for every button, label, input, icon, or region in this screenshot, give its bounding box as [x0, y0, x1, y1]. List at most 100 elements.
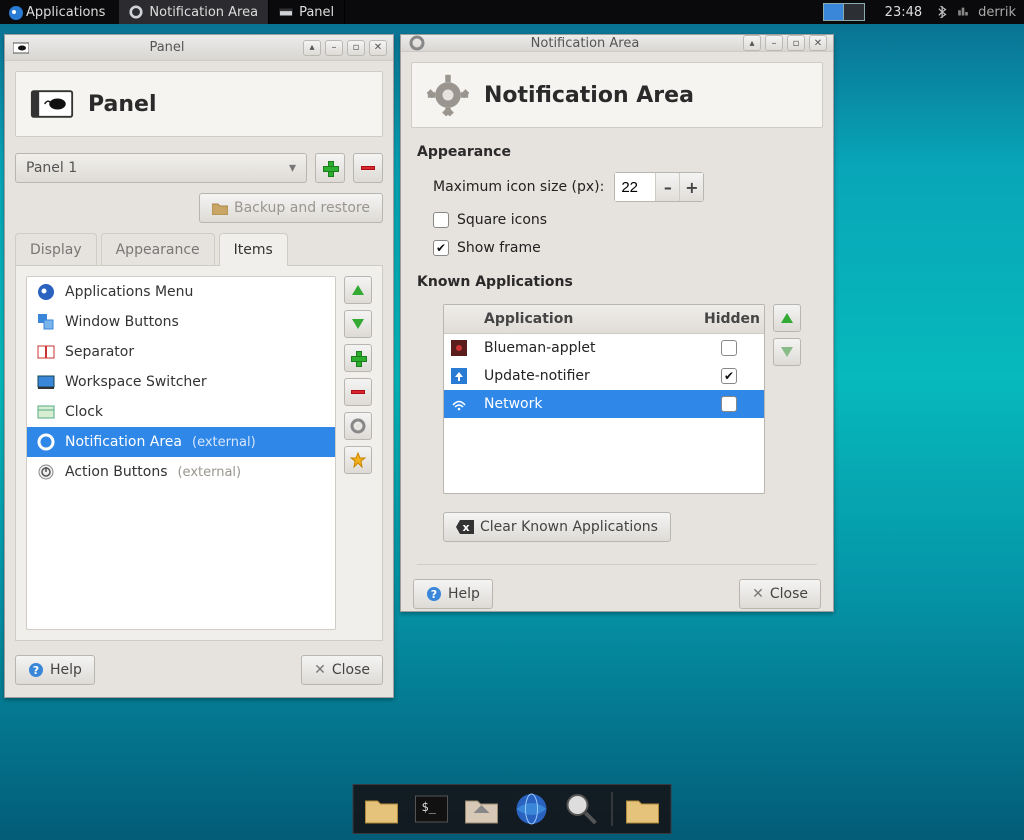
- notification-area-window: Notification Area ▴ – ▫ ✕: [400, 34, 834, 612]
- window-minimize-button[interactable]: –: [765, 35, 783, 51]
- arrow-down-icon: [781, 347, 793, 357]
- show-frame-checkbox[interactable]: [433, 240, 449, 256]
- col-header-application[interactable]: Application: [474, 305, 694, 333]
- window-title: Notification Area: [427, 36, 743, 51]
- item-order-buttons: [344, 276, 372, 630]
- network-icon[interactable]: [956, 5, 970, 19]
- list-item[interactable]: Clock: [27, 397, 335, 427]
- dock-home-folder[interactable]: [462, 789, 502, 829]
- window-maximize-button[interactable]: ▫: [347, 40, 365, 56]
- list-item[interactable]: Applications Menu: [27, 277, 335, 307]
- dock-separator: [612, 792, 613, 826]
- tab-items[interactable]: Items: [219, 233, 288, 266]
- backup-restore-button[interactable]: Backup and restore: [199, 193, 383, 223]
- workspace-switcher[interactable]: [823, 3, 865, 21]
- panel-clock[interactable]: 23:48: [877, 5, 930, 20]
- item-ext: (external): [192, 435, 256, 450]
- list-item[interactable]: Separator: [27, 337, 335, 367]
- window-minimize-button[interactable]: –: [325, 40, 343, 56]
- show-frame-checkbox-row[interactable]: Show frame: [433, 240, 801, 256]
- hidden-checkbox[interactable]: [721, 340, 737, 356]
- dock: $_: [353, 784, 672, 834]
- list-item[interactable]: Window Buttons: [27, 307, 335, 337]
- app-name: Update-notifier: [474, 362, 694, 390]
- tab-display[interactable]: Display: [15, 233, 97, 266]
- hidden-checkbox[interactable]: [721, 396, 737, 412]
- separator: [417, 564, 817, 565]
- close-button[interactable]: ✕ Close: [739, 579, 821, 609]
- top-panel: Applications Notification Area Panel 23:…: [0, 0, 1024, 24]
- applications-menu-button[interactable]: Applications: [0, 0, 113, 24]
- list-item[interactable]: Workspace Switcher: [27, 367, 335, 397]
- help-button[interactable]: ? Help: [15, 655, 95, 685]
- panel-selector-combo[interactable]: Panel 1 ▾: [15, 153, 307, 183]
- plus-icon: [351, 351, 365, 365]
- applications-menu-label: Applications: [26, 5, 105, 20]
- svg-text:?: ?: [431, 588, 437, 601]
- table-header: Application Hidden: [444, 305, 764, 334]
- combo-value: Panel 1: [26, 160, 77, 176]
- tab-appearance[interactable]: Appearance: [101, 233, 215, 266]
- bluetooth-icon[interactable]: [938, 5, 948, 19]
- max-icon-size-input[interactable]: [615, 173, 655, 201]
- gear-icon: [129, 5, 143, 19]
- clear-known-apps-button[interactable]: x Clear Known Applications: [443, 512, 671, 542]
- dock-folder[interactable]: [623, 789, 663, 829]
- clear-known-apps-label: Clear Known Applications: [480, 519, 658, 535]
- window-roll-up-button[interactable]: ▴: [303, 40, 321, 56]
- table-row[interactable]: Blueman-applet: [444, 334, 764, 362]
- add-panel-button[interactable]: [315, 153, 345, 183]
- gear-icon: [350, 418, 366, 434]
- panel-preferences-window: Panel ▴ – ▫ ✕ Panel Panel 1 ▾: [4, 34, 394, 698]
- item-about-button[interactable]: [344, 446, 372, 474]
- power-icon: [37, 463, 55, 481]
- list-item[interactable]: Action Buttons (external): [27, 457, 335, 487]
- app-name: Blueman-applet: [474, 334, 694, 362]
- square-icons-checkbox-row[interactable]: Square icons: [433, 212, 801, 228]
- table-row[interactable]: Network: [444, 390, 764, 418]
- move-app-up-button[interactable]: [773, 304, 801, 332]
- taskbar-item-panel[interactable]: Panel: [269, 0, 345, 24]
- move-down-button[interactable]: [344, 310, 372, 338]
- taskbar-item-notification-area[interactable]: Notification Area: [119, 0, 269, 24]
- move-up-button[interactable]: [344, 276, 372, 304]
- spinner-increment-button[interactable]: +: [679, 173, 703, 201]
- window-close-button[interactable]: ✕: [369, 40, 387, 56]
- max-icon-size-label: Maximum icon size (px):: [433, 179, 604, 195]
- window-maximize-button[interactable]: ▫: [787, 35, 805, 51]
- user-label[interactable]: derrik: [978, 5, 1016, 20]
- close-button[interactable]: ✕ Close: [301, 655, 383, 685]
- panel-items-list[interactable]: Applications Menu Window Buttons Separat…: [26, 276, 336, 630]
- dock-file-manager[interactable]: [362, 789, 402, 829]
- svg-text:$_: $_: [422, 800, 437, 814]
- item-label: Workspace Switcher: [65, 374, 207, 390]
- known-apps-table[interactable]: Application Hidden Blueman-applet Update…: [443, 304, 765, 494]
- titlebar[interactable]: Panel ▴ – ▫ ✕: [5, 35, 393, 61]
- window-close-button[interactable]: ✕: [809, 35, 827, 51]
- dock-terminal[interactable]: $_: [412, 789, 452, 829]
- help-icon: ?: [426, 586, 442, 602]
- dock-web-browser[interactable]: [512, 789, 552, 829]
- help-label: Help: [50, 662, 82, 678]
- window-title: Panel: [31, 40, 303, 55]
- max-icon-size-spinner[interactable]: – +: [614, 172, 704, 202]
- remove-item-button[interactable]: [344, 378, 372, 406]
- close-icon: ✕: [752, 586, 764, 602]
- window-roll-up-button[interactable]: ▴: [743, 35, 761, 51]
- list-item[interactable]: Notification Area (external): [27, 427, 335, 457]
- dock-app-finder[interactable]: [562, 789, 602, 829]
- table-row[interactable]: Update-notifier: [444, 362, 764, 390]
- titlebar[interactable]: Notification Area ▴ – ▫ ✕: [401, 35, 833, 52]
- close-icon: ✕: [314, 662, 326, 678]
- remove-panel-button[interactable]: [353, 153, 383, 183]
- item-preferences-button[interactable]: [344, 412, 372, 440]
- blueman-icon: [444, 340, 474, 356]
- square-icons-checkbox[interactable]: [433, 212, 449, 228]
- workspace-switcher-icon: [37, 373, 55, 391]
- help-button[interactable]: ? Help: [413, 579, 493, 609]
- spinner-decrement-button[interactable]: –: [655, 173, 679, 201]
- col-header-hidden[interactable]: Hidden: [694, 305, 764, 333]
- hidden-checkbox[interactable]: [721, 368, 737, 384]
- move-app-down-button[interactable]: [773, 338, 801, 366]
- add-item-button[interactable]: [344, 344, 372, 372]
